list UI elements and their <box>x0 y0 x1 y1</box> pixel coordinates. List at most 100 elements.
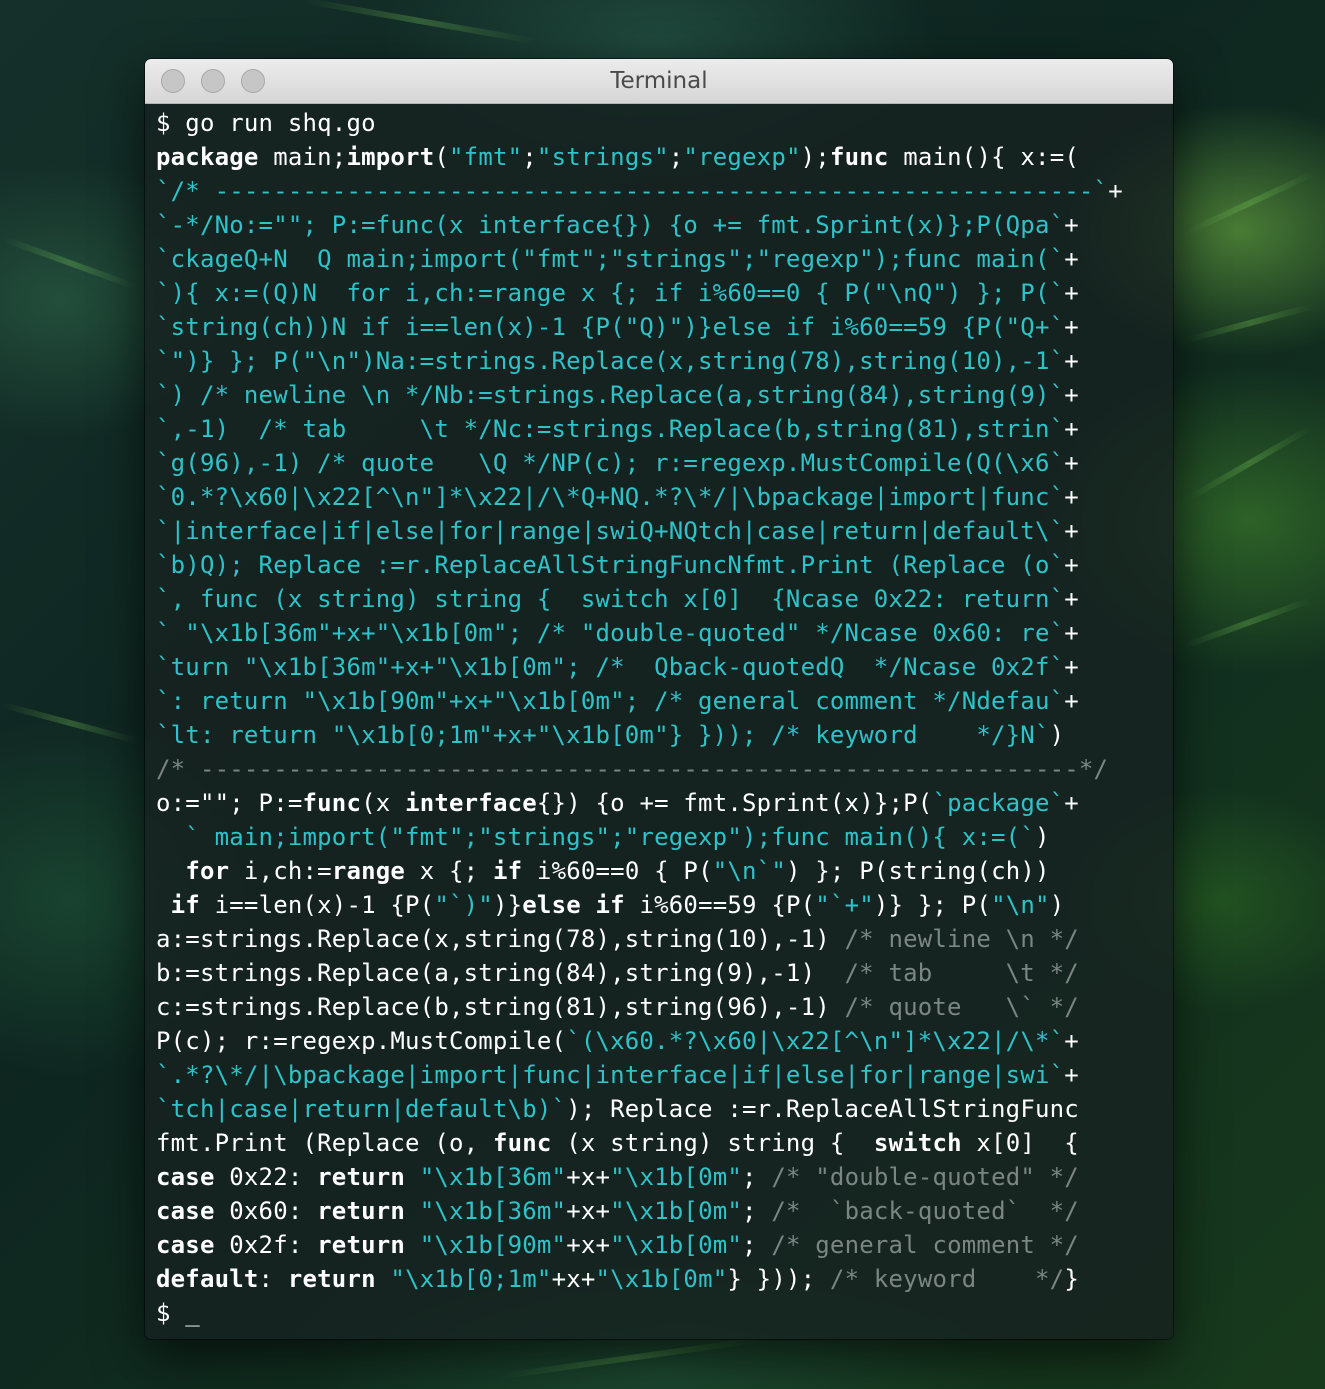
code-token: func <box>492 1129 552 1157</box>
code-token: `.*?\*/|\bpackage|import|func|interface|… <box>156 1061 1065 1089</box>
code-token: /* "double-quoted" */ <box>771 1163 1079 1191</box>
code-token: +x+ <box>566 1231 611 1259</box>
fern-decoration <box>1186 303 1314 343</box>
code-token: else if <box>522 891 625 919</box>
terminal-line: /* -------------------------------------… <box>156 752 1166 786</box>
code-token: ; <box>742 1163 772 1191</box>
terminal-line: `b)Q); Replace :=r.ReplaceAllStringFuncN… <box>156 548 1166 582</box>
terminal-line: b:=strings.Replace(a,string(84),string(9… <box>156 956 1166 990</box>
code-token: a:=strings.Replace(x,string(78),string(1… <box>156 925 845 953</box>
code-token: "\x1b[36m" <box>419 1197 567 1225</box>
code-token: c:=strings.Replace(b,string(81),string(9… <box>156 993 845 1021</box>
terminal-line: `g(96),-1) /* quote \Q */NP(c); r:=regex… <box>156 446 1166 480</box>
code-token: + <box>1064 551 1079 579</box>
code-token: `(\x60.*?\x60|\x22[^\n"]*\x22|/\*` <box>566 1027 1065 1055</box>
terminal-line: case 0x2f: return "\x1b[90m"+x+"\x1b[0m"… <box>156 1228 1166 1262</box>
code-token: +x+ <box>551 1265 596 1293</box>
fern-decoration <box>1183 597 1312 649</box>
code-token: ); Replace :=r.ReplaceAllStringFunc <box>566 1095 1079 1123</box>
terminal-window[interactable]: Terminal $ go run shq.go package main;imp… <box>145 59 1173 1339</box>
code-token: if <box>170 891 200 919</box>
code-token: P(c); r:=regexp.MustCompile( <box>156 1027 567 1055</box>
code-token: ; <box>742 1231 772 1259</box>
code-token: switch <box>873 1129 962 1157</box>
code-token: "\x1b[0m" <box>595 1265 728 1293</box>
terminal-line: ` main;import("fmt";"strings";"regexp");… <box>156 820 1166 854</box>
code-token: +x+ <box>566 1163 611 1191</box>
code-token: /* quote \` */ <box>844 993 1079 1021</box>
terminal-line: `) /* newline \n */Nb:=strings.Replace(a… <box>156 378 1166 412</box>
code-token: } <box>1064 1265 1079 1293</box>
terminal-line: if i==len(x)-1 {P("`)")}else if i%60==59… <box>156 888 1166 922</box>
code-token: func <box>829 143 889 171</box>
code-token: case <box>156 1197 215 1225</box>
code-token: `-*/No:=""; P:=func(x interface{}) {o +=… <box>156 211 1065 239</box>
terminal-line: `-*/No:=""; P:=func(x interface{}) {o +=… <box>156 208 1166 242</box>
code-token: : <box>258 1265 288 1293</box>
code-token: `turn "\x1b[36m"+x+"\x1b[0m"; /* Qback-q… <box>156 653 1065 681</box>
code-token: `) /* newline \n */Nb:=strings.Replace(a… <box>156 381 1065 409</box>
code-token: + <box>1064 483 1079 511</box>
code-token: 0x2f: <box>214 1231 318 1259</box>
terminal-line: default: return "\x1b[0;1m"+x+"\x1b[0m"}… <box>156 1262 1166 1296</box>
code-token: ( <box>434 143 450 171</box>
fern-decoration <box>1185 170 1315 236</box>
code-token: (x string) string { <box>551 1129 874 1157</box>
terminal-output[interactable]: $ go run shq.go package main;import("fmt"… <box>145 104 1173 1339</box>
terminal-line: case 0x60: return "\x1b[36m"+x+"\x1b[0m"… <box>156 1194 1166 1228</box>
code-token: +x+ <box>566 1197 611 1225</box>
code-token: ) <box>1049 891 1065 919</box>
code-token: /* newline \n */ <box>844 925 1079 953</box>
code-token: `, func (x string) string { switch x[0] … <box>156 585 1065 613</box>
terminal-line: fmt.Print (Replace (o, func (x string) s… <box>156 1126 1166 1160</box>
code-token: ; <box>742 1197 772 1225</box>
code-token: return <box>317 1197 406 1225</box>
code-token: `ckageQ+N Q main;import("fmt";"strings";… <box>156 245 1065 273</box>
code-token: `0.*?\x60|\x22[^\n"]*\x22|/\*Q+NQ.*?\*/|… <box>156 483 1065 511</box>
code-token: $ _ <box>156 1299 200 1327</box>
terminal-line: $ go run shq.go <box>156 106 1166 140</box>
fern-decoration <box>500 1336 760 1380</box>
code-token: x {; <box>405 857 493 885</box>
code-token: + <box>1064 789 1079 817</box>
terminal-line: for i,ch:=range x {; if i%60==0 { P("\n`… <box>156 854 1166 888</box>
code-token: ; <box>522 143 537 171</box>
code-token: o:=""; P:= <box>156 789 303 817</box>
terminal-line: `, func (x string) string { switch x[0] … <box>156 582 1166 616</box>
code-token: x[0] { <box>961 1129 1079 1157</box>
code-token: if <box>492 857 523 885</box>
code-token: "`)" <box>434 891 493 919</box>
terminal-line: `")} }; P("\n")Na:=strings.Replace(x,str… <box>156 344 1166 378</box>
terminal-line: $ _ <box>156 1296 1166 1330</box>
code-token: `package` <box>932 789 1065 817</box>
code-token: interface <box>405 789 537 817</box>
code-token: "\x1b[0;1m" <box>390 1265 552 1293</box>
code-token: "\x1b[90m" <box>419 1231 567 1259</box>
code-token: + <box>1064 415 1079 443</box>
code-token: )} <box>492 891 523 919</box>
terminal-line: `|interface|if|else|for|range|swiQ+NQtch… <box>156 514 1166 548</box>
code-token: /* general comment */ <box>771 1231 1079 1259</box>
code-token: + <box>1064 313 1079 341</box>
code-token: + <box>1064 687 1079 715</box>
code-token: + <box>1064 585 1079 613</box>
code-token: i,ch:= <box>229 857 332 885</box>
code-token: case <box>156 1231 215 1259</box>
code-token: return <box>287 1265 376 1293</box>
terminal-line: case 0x22: return "\x1b[36m"+x+"\x1b[0m"… <box>156 1160 1166 1194</box>
fern-decoration <box>301 0 539 45</box>
code-token: main; <box>258 143 347 171</box>
title-bar[interactable]: Terminal <box>145 59 1173 104</box>
terminal-line: o:=""; P:=func(x interface{}) {o += fmt.… <box>156 786 1166 820</box>
code-token: /* keyword */ <box>829 1265 1065 1293</box>
code-token: `,-1) /* tab \t */Nc:=strings.Replace(b,… <box>156 415 1065 443</box>
terminal-line: ` "\x1b[36m"+x+"\x1b[0m"; /* "double-quo… <box>156 616 1166 650</box>
code-token: 0x60: <box>214 1197 318 1225</box>
terminal-line: P(c); r:=regexp.MustCompile(`(\x60.*?\x6… <box>156 1024 1166 1058</box>
code-token: "\n" <box>991 891 1050 919</box>
fern-decoration <box>1 701 139 745</box>
code-token: `/* ------------------------------------… <box>156 177 1109 205</box>
code-token: main(){ x:=( <box>888 143 1079 171</box>
code-token: /* -------------------------------------… <box>156 755 1109 783</box>
